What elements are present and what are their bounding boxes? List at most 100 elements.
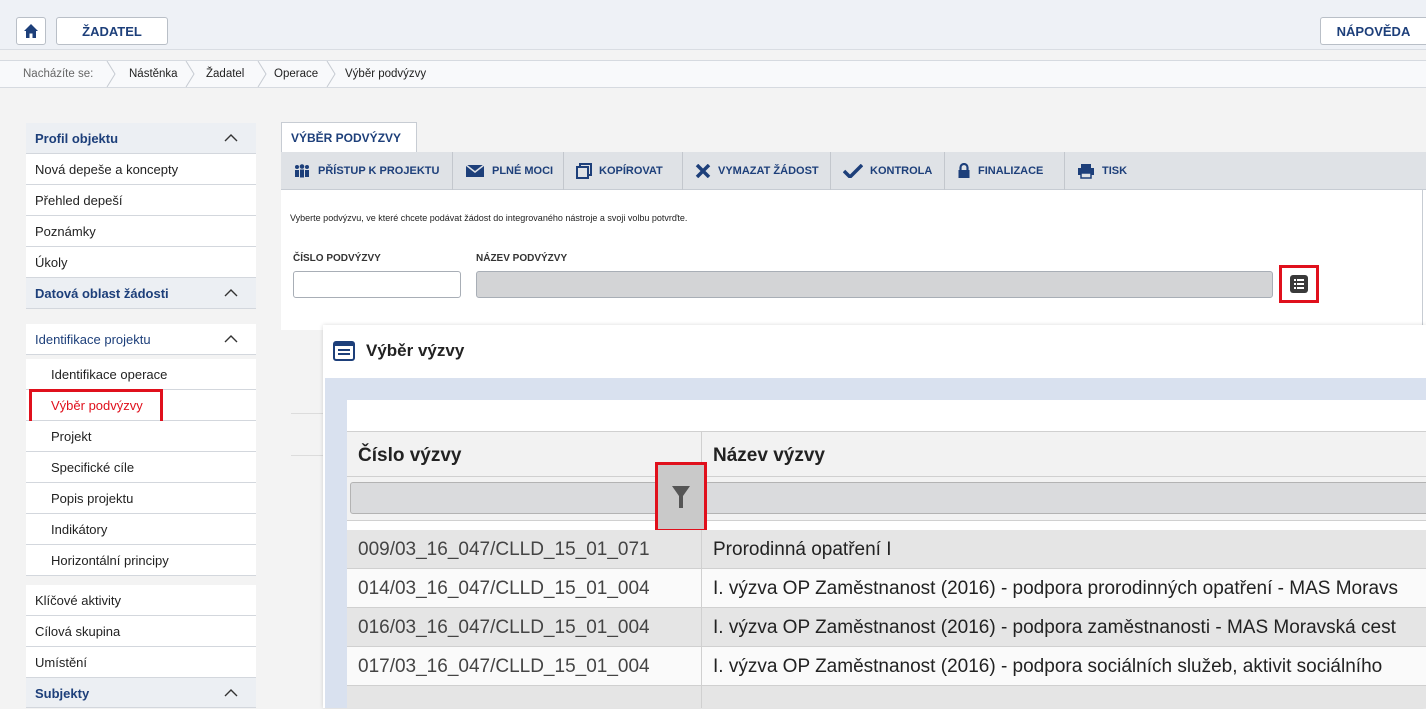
column-header-number[interactable]: Číslo výzvy (358, 445, 462, 467)
sidebar-item-label: Popis projektu (51, 491, 134, 506)
column-header-name[interactable]: Název výzvy (713, 445, 825, 467)
toolbar-label: TISK (1102, 165, 1128, 177)
instruction-text: Vyberte podvýzvu, ve které chcete podáva… (290, 213, 688, 223)
number-field[interactable] (293, 271, 461, 298)
chevron-up-icon (224, 289, 238, 297)
toolbar-label: PŘÍSTUP K PROJEKTU (318, 165, 440, 177)
tab-vyber-podvyzvy[interactable]: VÝBĚR PODVÝZVY (281, 122, 417, 152)
toolbar-label: FINALIZACE (978, 165, 1044, 177)
sidebar-item-label: Nová depeše a koncepty (35, 162, 179, 177)
printer-icon (1078, 164, 1094, 179)
cell-name: Prorodinná opatření I (713, 539, 892, 560)
people-icon (295, 164, 309, 178)
breadcrumb-separator (185, 61, 195, 87)
document-list-icon (333, 341, 355, 361)
sidebar-item-projekt[interactable]: Projekt (26, 421, 256, 452)
table-row[interactable]: 009/03_16_047/CLLD_15_01_071 Prorodinná … (347, 530, 1426, 569)
sidebar-item-label: Profil objektu (35, 131, 119, 146)
cell-name: I. výzva OP Zaměstnanost (2016) - podpor… (713, 617, 1396, 638)
print-button[interactable]: TISK (1065, 152, 1145, 190)
sidebar-item-label: Specifické cíle (51, 460, 135, 475)
sidebar-item-label: Indikátory (51, 522, 108, 537)
lock-icon (958, 163, 970, 178)
table-row[interactable]: 017/03_16_047/CLLD_15_01_004 I. výzva OP… (347, 647, 1426, 686)
breadcrumb-item[interactable]: Nástěnka (129, 61, 178, 87)
access-project-button[interactable]: PŘÍSTUP K PROJEKTU (281, 152, 453, 190)
sidebar-item-label: Subjekty (35, 686, 90, 701)
select-list-button[interactable] (1279, 265, 1319, 303)
sidebar-item-cilova-skupina[interactable]: Cílová skupina (26, 616, 256, 647)
envelope-icon (465, 164, 485, 177)
table-row[interactable]: 014/03_16_047/CLLD_15_01_004 I. výzva OP… (347, 569, 1426, 608)
delete-application-button[interactable]: VYMAZAT ŽÁDOST (683, 152, 831, 190)
cell-number: 009/03_16_047/CLLD_15_01_071 (358, 539, 650, 560)
breadcrumb-separator (326, 61, 336, 87)
grid-header: Číslo výzvy Název výzvy (347, 431, 1426, 477)
chevron-up-icon (224, 134, 238, 142)
cell-name: I. výzva OP Zaměstnanost (2016) - podpor… (713, 578, 1399, 599)
divider (291, 413, 323, 414)
table-row-partial[interactable] (347, 686, 1426, 708)
list-icon (1290, 275, 1308, 293)
power-of-attorney-button[interactable]: PLNÉ MOCI (453, 152, 564, 190)
copy-button[interactable]: KOPÍROVAT (564, 152, 683, 190)
sidebar-item-popis-projektu[interactable]: Popis projektu (26, 483, 256, 514)
sidebar-item-label: Poznámky (35, 224, 96, 239)
breadcrumb-prefix: Nacházíte se: (23, 68, 94, 80)
sidebar-item-klicove-aktivity[interactable]: Klíčové aktivity (26, 585, 256, 616)
sidebar-item-datova-oblast[interactable]: Datová oblast žádosti (26, 278, 256, 309)
cell-number: 014/03_16_047/CLLD_15_01_004 (358, 578, 650, 599)
divider (291, 455, 323, 456)
breadcrumb-item[interactable]: Operace (274, 61, 318, 87)
check-button[interactable]: KONTROLA (831, 152, 945, 190)
breadcrumb-current: Výběr podvýzvy (345, 68, 427, 80)
sidebar-item-identifikace-projektu[interactable]: Identifikace projektu (26, 324, 256, 355)
home-icon (24, 24, 38, 38)
toolbar-label: PLNÉ MOCI (492, 165, 554, 177)
sidebar-item-label: Úkoly (35, 255, 68, 270)
sidebar-item-label: Cílová skupina (35, 624, 121, 639)
table-row[interactable]: 016/03_16_047/CLLD_15_01_004 I. výzva OP… (347, 608, 1426, 647)
sidebar-item-horizontalni-principy[interactable]: Horizontální principy (26, 545, 256, 576)
cell-number: 017/03_16_047/CLLD_15_01_004 (358, 656, 650, 677)
name-field (476, 271, 1273, 298)
close-icon (695, 164, 711, 178)
tab-label: VÝBĚR PODVÝZVY (291, 130, 402, 145)
toolbar-label: KONTROLA (870, 165, 933, 177)
action-toolbar: PŘÍSTUP K PROJEKTU PLNÉ MOCI KOPÍROVAT V… (281, 152, 1426, 190)
dialog-title: Výběr výzvy (366, 341, 465, 360)
sidebar-item-indikatory[interactable]: Indikátory (26, 514, 256, 545)
form-panel (281, 190, 1426, 330)
sidebar-item-label: Identifikace operace (51, 367, 168, 382)
panel-border (1422, 190, 1423, 330)
chevron-up-icon (224, 689, 238, 697)
cell-number: 016/03_16_047/CLLD_15_01_004 (358, 617, 650, 638)
filter-button[interactable] (655, 462, 707, 532)
sidebar-item-label: Projekt (51, 429, 92, 444)
name-field-label: NÁZEV PODVÝZVY (476, 253, 568, 264)
home-button[interactable] (16, 17, 46, 45)
top-bar (0, 0, 1426, 50)
breadcrumb-item[interactable]: Žadatel (206, 61, 244, 87)
sidebar-item-label: Datová oblast žádosti (35, 286, 169, 301)
sidebar-item-label: Klíčové aktivity (35, 593, 121, 608)
funnel-icon (672, 486, 690, 508)
number-filter-input[interactable] (350, 482, 698, 514)
name-filter-input[interactable] (705, 482, 1426, 514)
sidebar-item-identifikace-operace[interactable]: Identifikace operace (26, 359, 256, 390)
finalize-button[interactable]: FINALIZACE (945, 152, 1065, 190)
sidebar-item-prehled-depesi[interactable]: Přehled depeší (26, 185, 256, 216)
sidebar-item-specificke-cile[interactable]: Specifické cíle (26, 452, 256, 483)
sidebar-item-umisteni[interactable]: Umístění (26, 647, 256, 678)
grid-filter-row (347, 477, 1426, 521)
sidebar-item-poznamky[interactable]: Poznámky (26, 216, 256, 247)
sidebar-item-ukoly[interactable]: Úkoly (26, 247, 256, 278)
sidebar-item-profil-objektu[interactable]: Profil objektu (26, 123, 256, 154)
applicant-button[interactable]: ŽADATEL (56, 17, 168, 45)
sidebar-item-nova-depese[interactable]: Nová depeše a koncepty (26, 154, 256, 185)
sidebar-item-label: Umístění (35, 655, 88, 670)
sidebar-item-subjekty[interactable]: Subjekty (26, 678, 256, 708)
copy-icon (576, 163, 592, 179)
breadcrumb: Nacházíte se: Nástěnka Žadatel Operace V… (0, 60, 1426, 88)
help-button[interactable]: NÁPOVĚDA (1320, 17, 1426, 45)
